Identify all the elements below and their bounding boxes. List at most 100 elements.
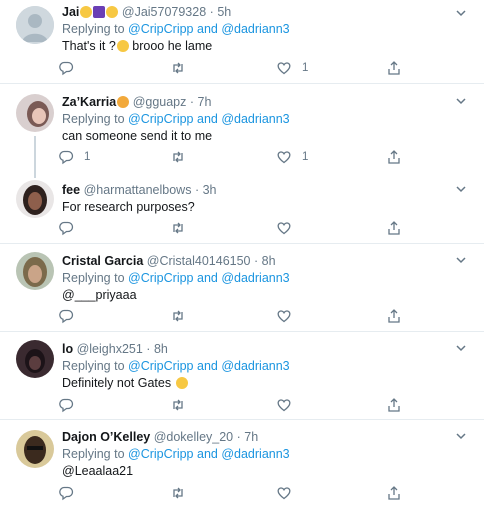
user-handle[interactable]: @dokelley_20	[154, 430, 233, 444]
like-button[interactable]: 1	[276, 148, 308, 166]
mention-link[interactable]: @dadriann3	[221, 447, 289, 461]
share-button[interactable]	[386, 396, 402, 414]
chevron-down-icon[interactable]	[454, 341, 468, 355]
reply-button[interactable]	[58, 59, 84, 77]
timestamp[interactable]: 8h	[154, 342, 168, 356]
tweet-text-part: brooo he lame	[128, 39, 213, 53]
share-button[interactable]	[386, 484, 402, 502]
share-button[interactable]	[386, 59, 402, 77]
display-name[interactable]: fee	[62, 183, 80, 197]
reply-button[interactable]	[58, 396, 74, 414]
replying-to: Replying to @CripCripp and @dadriann3	[62, 270, 458, 286]
avatar[interactable]	[16, 252, 54, 290]
like-icon	[277, 222, 291, 235]
user-handle[interactable]: @harmattanelbows	[84, 183, 192, 197]
mention-link[interactable]: @CripCripp	[128, 447, 193, 461]
display-name[interactable]: Za’Karria	[62, 95, 116, 109]
tweet-header: fee @harmattanelbows · 3h	[62, 182, 458, 198]
avatar[interactable]	[16, 180, 54, 218]
separator-dot: ·	[189, 95, 195, 109]
chevron-down-icon[interactable]	[454, 94, 468, 108]
avatar[interactable]	[16, 6, 54, 44]
display-name[interactable]: lo	[62, 342, 73, 356]
like-icon	[277, 62, 291, 75]
reply-button[interactable]: 1	[58, 148, 90, 166]
reply-icon	[59, 486, 74, 501]
like-button[interactable]	[276, 307, 292, 325]
chevron-down-icon[interactable]	[454, 6, 468, 20]
retweet-button[interactable]	[170, 148, 186, 166]
profile-photo-icon	[16, 340, 54, 378]
mention-link[interactable]: @CripCripp	[128, 359, 193, 373]
emoji-icon	[116, 40, 129, 52]
retweet-button[interactable]	[170, 484, 186, 502]
reply-button[interactable]	[58, 484, 74, 502]
share-icon	[388, 150, 400, 164]
reply-icon	[59, 309, 74, 324]
reply-button[interactable]	[58, 307, 74, 325]
replying-prefix: Replying to	[62, 271, 125, 285]
tweet-text-part: Definitely not Gates	[62, 376, 172, 390]
retweet-icon	[173, 151, 183, 163]
like-button[interactable]	[276, 219, 292, 237]
reply-button[interactable]	[58, 219, 74, 237]
replying-to: Replying to @CripCripp and @dadriann3	[62, 358, 458, 374]
tweet-text: can someone send it to me	[62, 129, 213, 143]
user-handle[interactable]: @Jai57079328	[122, 5, 206, 19]
like-button[interactable]	[276, 396, 292, 414]
like-button[interactable]	[276, 484, 292, 502]
mention-link[interactable]: @CripCripp	[128, 22, 193, 36]
share-icon	[388, 486, 400, 500]
replying-to: Replying to @CripCripp and @dadriann3	[62, 446, 458, 462]
timestamp[interactable]: 3h	[203, 183, 217, 197]
like-icon	[277, 487, 291, 500]
mention-link[interactable]: @CripCripp	[128, 112, 193, 126]
retweet-icon	[173, 310, 183, 322]
retweet-icon	[173, 487, 183, 499]
avatar[interactable]	[16, 340, 54, 378]
chevron-down-icon[interactable]	[454, 253, 468, 267]
mention-link[interactable]: @dadriann3	[221, 112, 289, 126]
display-name[interactable]: Cristal Garcia	[62, 254, 143, 268]
display-name[interactable]: Dajon O’Kelley	[62, 430, 150, 444]
tweet-actions	[58, 307, 408, 325]
share-button[interactable]	[386, 148, 402, 166]
chevron-down-icon[interactable]	[454, 429, 468, 443]
tweet-text[interactable]: @___priyaaa	[62, 287, 458, 304]
mention-link[interactable]: @dadriann3	[221, 359, 289, 373]
emoji-icon	[106, 6, 119, 18]
tweet-header: lo @leighx251 · 8h	[62, 341, 458, 357]
timestamp[interactable]: 7h	[198, 95, 212, 109]
retweet-button[interactable]	[170, 59, 186, 77]
timestamp[interactable]: 7h	[244, 430, 258, 444]
avatar[interactable]	[16, 430, 54, 468]
share-button[interactable]	[386, 307, 402, 325]
display-name[interactable]: Jai	[62, 5, 79, 19]
user-handle[interactable]: @leighx251	[77, 342, 143, 356]
like-icon	[277, 310, 291, 323]
share-button[interactable]	[386, 219, 402, 237]
retweet-button[interactable]	[170, 396, 186, 414]
user-handle[interactable]: @Cristal40146150	[147, 254, 251, 268]
chevron-down-icon[interactable]	[454, 182, 468, 196]
share-icon	[388, 398, 400, 412]
emoji-icon	[117, 96, 130, 108]
timestamp[interactable]: 5h	[217, 5, 231, 19]
mention-link[interactable]: @dadriann3	[221, 22, 289, 36]
replying-prefix: Replying to	[62, 112, 125, 126]
replying-to: Replying to @CripCripp and @dadriann3	[62, 111, 458, 127]
retweet-button[interactable]	[170, 307, 186, 325]
avatar[interactable]	[16, 94, 54, 132]
mention-link[interactable]: @CripCripp	[128, 271, 193, 285]
replying-prefix: Replying to	[62, 359, 125, 373]
tweet-text[interactable]: @Leaalaa21	[62, 463, 458, 480]
mention-link[interactable]: @dadriann3	[221, 271, 289, 285]
tweet-header: Dajon O’Kelley @dokelley_20 · 7h	[62, 429, 458, 445]
user-handle[interactable]: @gguapz	[133, 95, 187, 109]
timestamp[interactable]: 8h	[262, 254, 276, 268]
emoji-icon	[175, 377, 188, 389]
retweet-button[interactable]	[170, 219, 186, 237]
tweet-actions: 1	[58, 59, 408, 77]
like-button[interactable]: 1	[276, 59, 308, 77]
and-text: and	[197, 112, 218, 126]
